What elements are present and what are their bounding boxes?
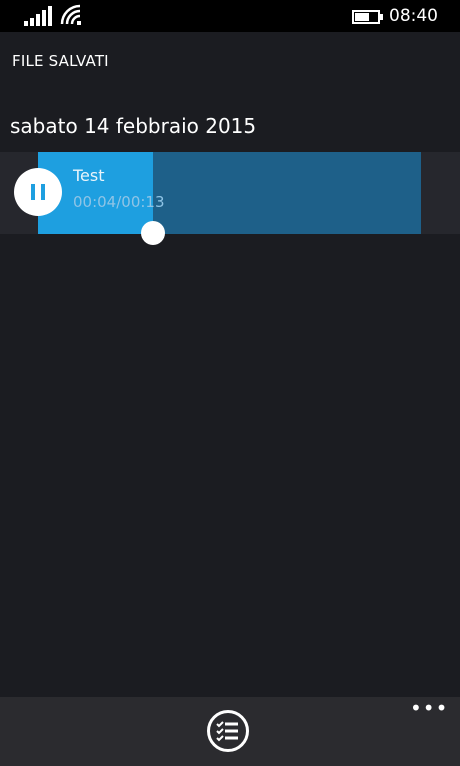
app-title: FILE SALVATI [12, 52, 109, 70]
recording-item[interactable] [0, 152, 460, 234]
seek-handle[interactable] [141, 221, 165, 245]
app-bar: ••• [0, 697, 460, 766]
phone-screen: 08:40 FILE SALVATI sabato 14 febbraio 20… [0, 0, 460, 766]
signal-icon [24, 6, 52, 26]
select-list-button[interactable] [207, 710, 249, 752]
status-time: 08:40 [389, 6, 438, 26]
battery-icon [352, 10, 383, 24]
pause-icon [31, 184, 35, 200]
checklist-icon [216, 721, 238, 742]
recording-time: 00:04/00:13 [73, 193, 165, 211]
date-header: sabato 14 febbraio 2015 [10, 114, 257, 138]
wifi-icon [60, 4, 81, 25]
status-bar: 08:40 [0, 0, 460, 32]
recording-name: Test [73, 166, 105, 185]
pause-button[interactable] [14, 168, 62, 216]
more-icon[interactable]: ••• [410, 698, 447, 718]
